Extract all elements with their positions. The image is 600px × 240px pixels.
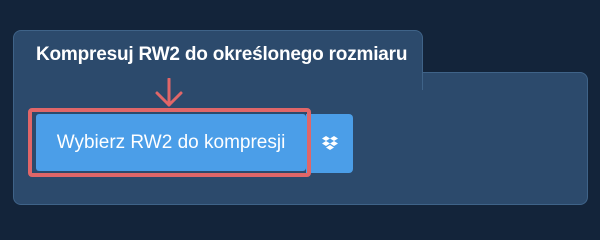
arrow-down-icon	[155, 78, 183, 107]
highlight-frame	[28, 108, 311, 177]
panel-tab: Kompresuj RW2 do określonego rozmiaru	[13, 30, 423, 90]
panel-title: Kompresuj RW2 do określonego rozmiaru	[36, 44, 408, 65]
dropbox-icon	[321, 135, 338, 150]
dropbox-button[interactable]	[306, 114, 353, 173]
